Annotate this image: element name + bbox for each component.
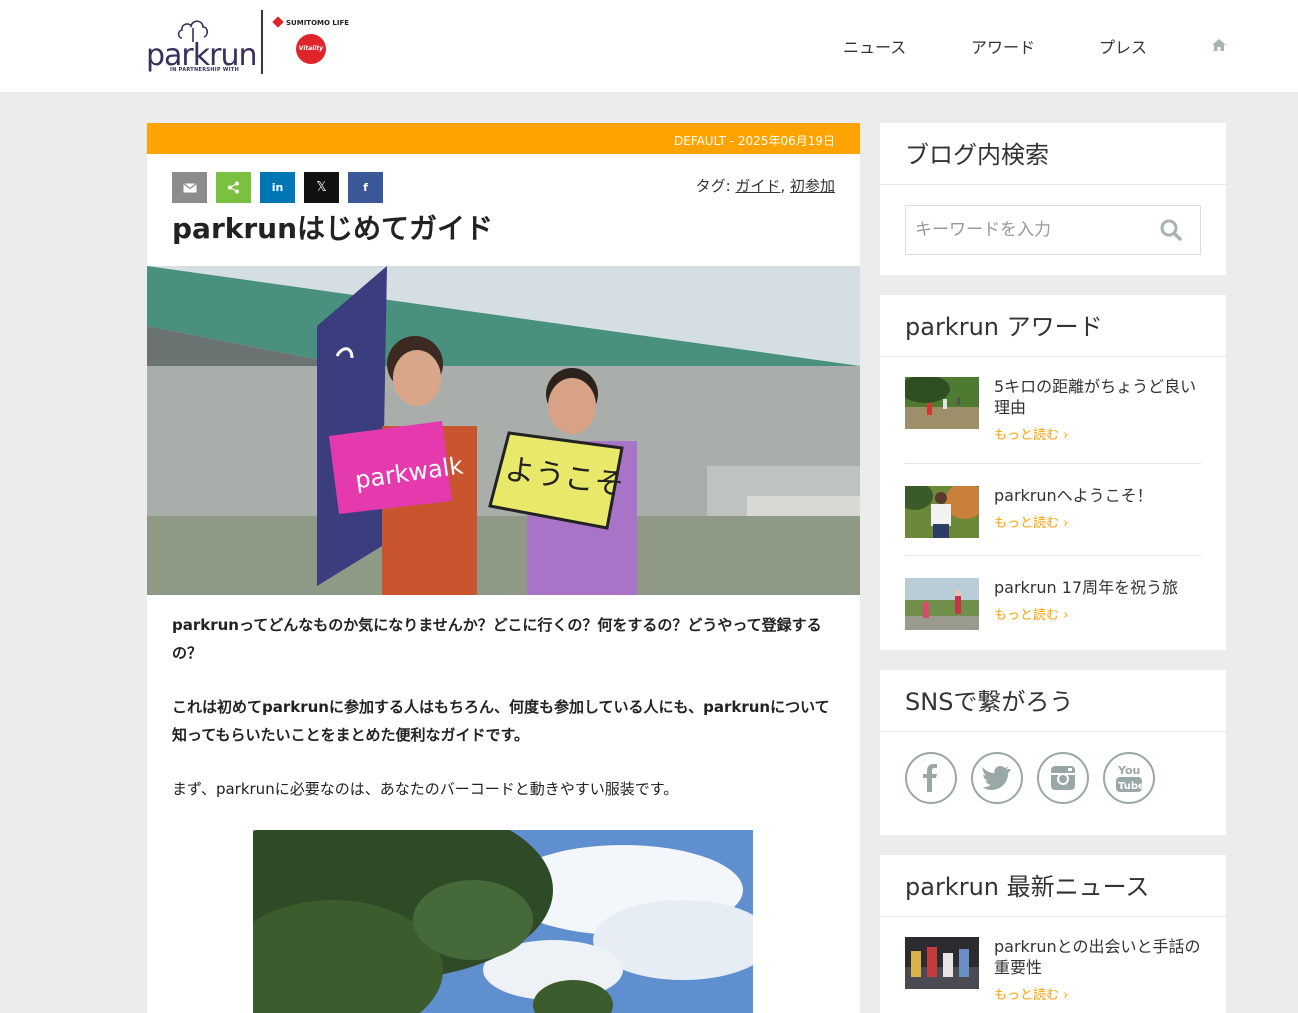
intro-paragraph-2: これは初めてparkrunに参加する人はもちろん、何度も参加している人にも、pa… (172, 698, 830, 744)
svg-text:Tube: Tube (1118, 781, 1143, 792)
facebook-link[interactable] (905, 752, 957, 804)
social-widget-title: SNSで繋がろう (905, 688, 1074, 716)
award-post-title[interactable]: parkrunへようこそ！ (994, 485, 1204, 506)
tag-guide-link[interactable]: ガイド (735, 177, 780, 195)
tag-first-time-link[interactable]: 初参加 (790, 177, 835, 195)
widget-divider (880, 731, 1226, 732)
twitter-link[interactable] (971, 752, 1023, 804)
article-meta-bar: DEFAULT - 2025年06月19日 (147, 123, 860, 154)
sponsor-name-text: SUMITOMO LIFE (286, 19, 350, 27)
sponsor-name: SUMITOMO LIFE (272, 16, 350, 28)
vitality-badge: Vitality (296, 34, 326, 64)
award-post-thumbnail[interactable] (905, 578, 979, 630)
x-icon: 𝕏 (316, 180, 327, 195)
award-post-thumbnail[interactable] (905, 486, 979, 538)
site-header: parkrun IN PARTNERSHIP WITH SUMITOMO LIF… (0, 0, 1298, 92)
linkedin-icon: in (271, 181, 284, 194)
share-linkedin-button[interactable]: in (260, 172, 295, 203)
read-more-link[interactable]: もっと読む › (994, 604, 1068, 623)
instagram-link[interactable] (1037, 752, 1089, 804)
award-post-title[interactable]: 5キロの距離がちょうど良い理由 (994, 376, 1204, 418)
search-icon (1160, 219, 1182, 241)
nav-press[interactable]: プレス (1099, 34, 1147, 58)
logo-tagline: IN PARTNERSHIP WITH (170, 67, 240, 73)
article-title: parkrunはじめてガイド (172, 212, 494, 245)
parkrun-logo[interactable]: parkrun IN PARTNERSHIP WITH SUMITOMO LIF… (146, 10, 356, 76)
social-widget: SNSで繋がろう You Tube (880, 670, 1226, 835)
article-meta: DEFAULT - 2025年06月19日 (673, 134, 835, 148)
widget-divider (880, 916, 1226, 917)
share-email-button[interactable] (172, 172, 207, 203)
widget-divider (880, 356, 1226, 357)
hero-photo: parkwalk ようこそ (147, 266, 860, 595)
facebook-icon: f (363, 181, 368, 194)
share-facebook-button[interactable]: f (348, 172, 383, 203)
article-tags: タグ: ガイド, 初参加 (696, 175, 835, 196)
youtube-icon: You Tube (1116, 764, 1143, 792)
news-widget-title: parkrun 最新ニュース (905, 873, 1150, 901)
post-divider (905, 555, 1201, 556)
search-box (905, 205, 1201, 255)
share-generic-button[interactable] (216, 172, 251, 203)
nav-awards[interactable]: アワード (971, 34, 1035, 58)
sumitomo-mark-icon (272, 16, 284, 28)
read-more-link[interactable]: もっと読む › (994, 984, 1068, 1003)
nav-news[interactable]: ニュース (843, 34, 906, 58)
youtube-link[interactable]: You Tube (1103, 752, 1155, 804)
share-icon (228, 181, 239, 194)
awards-widget: parkrun アワード 5キロの距離がちょうど良い理由 もっと読む › par… (880, 295, 1226, 650)
tags-label: タグ: (695, 177, 736, 195)
logo-divider (261, 10, 263, 74)
award-post-thumbnail[interactable] (905, 377, 979, 429)
instagram-icon (1051, 766, 1075, 790)
search-button[interactable] (1142, 206, 1200, 254)
award-post-title[interactable]: parkrun 17周年を祝う旅 (994, 577, 1204, 598)
home-icon[interactable] (1211, 38, 1227, 52)
article-hero-image: parkwalk ようこそ (147, 266, 860, 595)
intro-paragraph-3: まず、parkrunに必要なのは、あなたのバーコードと動きやすい服装です。 (172, 780, 679, 798)
svg-text:You: You (1117, 764, 1140, 777)
awards-widget-title: parkrun アワード (905, 313, 1103, 341)
facebook-icon (923, 764, 937, 792)
search-widget-title: ブログ内検索 (905, 141, 1049, 169)
tag-separator: , (780, 177, 790, 195)
read-more-link[interactable]: もっと読む › (994, 424, 1068, 443)
search-input[interactable] (906, 206, 1144, 254)
twitter-icon (982, 766, 1011, 790)
article-second-image (253, 830, 753, 1013)
park-photo (253, 830, 753, 1013)
post-divider (905, 463, 1201, 464)
read-more-link[interactable]: もっと読む › (994, 512, 1068, 531)
news-post-thumbnail[interactable] (905, 937, 979, 989)
news-post-title[interactable]: parkrunとの出会いと手話の重要性 (994, 936, 1204, 978)
email-icon (182, 182, 197, 192)
widget-divider (880, 184, 1226, 185)
share-x-button[interactable]: 𝕏 (304, 172, 339, 203)
news-widget: parkrun 最新ニュース parkrunとの出会いと手話の重要性 もっと読む… (880, 855, 1226, 1013)
article-card: DEFAULT - 2025年06月19日 in 𝕏 f タグ: ガイド, 初参… (147, 123, 860, 1013)
search-widget: ブログ内検索 (880, 123, 1226, 275)
intro-paragraph-1: parkrunってどんなものか気になりませんか？どこに行くの？何をするの？どうや… (172, 616, 822, 662)
